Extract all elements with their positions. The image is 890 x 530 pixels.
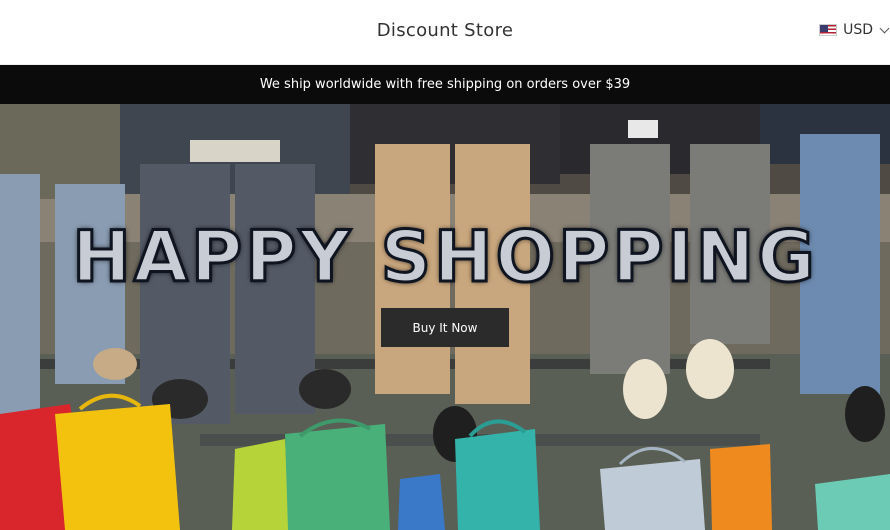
- hero-headline: HAPPY SHOPPING: [71, 215, 818, 300]
- us-flag-icon: [819, 24, 838, 36]
- currency-selector[interactable]: USD: [819, 22, 890, 38]
- currency-label: USD: [843, 22, 873, 38]
- announcement-bar: We ship worldwide with free shipping on …: [0, 65, 890, 104]
- site-header: Discount Store USD: [0, 0, 890, 65]
- hero-banner: HAPPY SHOPPING Buy It Now: [0, 104, 890, 530]
- buy-it-now-button[interactable]: Buy It Now: [381, 308, 509, 347]
- store-name[interactable]: Discount Store: [0, 20, 890, 41]
- announcement-text: We ship worldwide with free shipping on …: [259, 77, 631, 92]
- chevron-down-icon: [879, 23, 890, 33]
